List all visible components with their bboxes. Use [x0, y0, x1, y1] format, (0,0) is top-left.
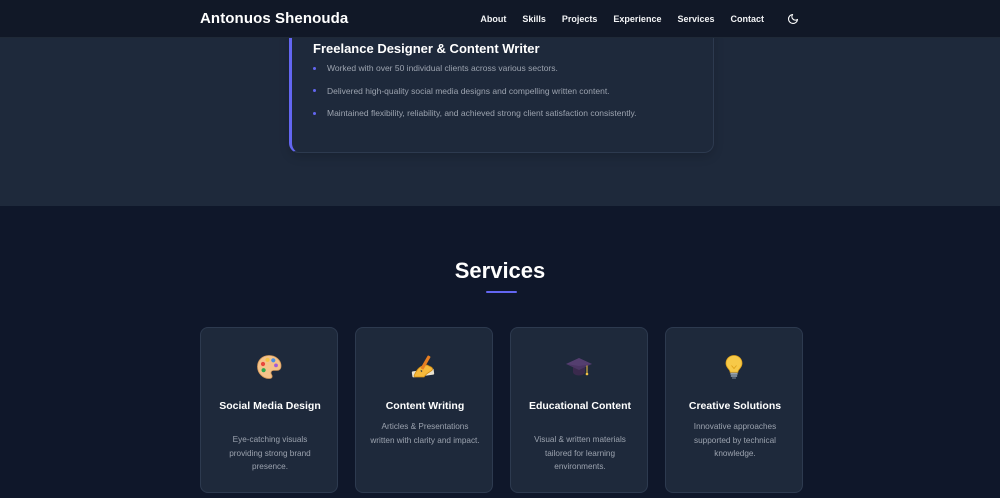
service-title: Creative Solutions: [688, 400, 782, 412]
experience-card: Freelance Designer & Content Writer Work…: [289, 28, 714, 153]
nav-link-contact[interactable]: Contact: [731, 14, 765, 24]
service-description: Articles & Presentations written with cl…: [370, 422, 480, 445]
moon-icon: [787, 13, 799, 24]
bullet-dot-icon: [313, 89, 316, 93]
service-title: Content Writing: [385, 400, 465, 412]
service-description: Innovative approaches supported by techn…: [693, 422, 777, 458]
service-description: Eye-catching visuals providing strong br…: [229, 435, 311, 471]
service-card-social-media-design[interactable]: Social Media Design Eye-catching visuals…: [200, 327, 338, 493]
brand-logo[interactable]: Antonuos Shenouda: [200, 10, 348, 27]
nav-link-skills[interactable]: Skills: [522, 14, 546, 24]
bullet-text: Worked with over 50 individual clients a…: [327, 63, 558, 74]
theme-toggle-button[interactable]: [786, 12, 800, 26]
service-description: Visual & written materials tailored for …: [534, 435, 626, 471]
experience-title: Freelance Designer & Content Writer: [313, 41, 540, 56]
light-bulb-icon: [725, 355, 743, 379]
services-section: Services Social Media Design Eye-catchin…: [0, 206, 1000, 498]
experience-bullet: Worked with over 50 individual clients a…: [313, 57, 636, 80]
heading-underline: [486, 291, 517, 293]
bullet-text: Delivered high-quality social media desi…: [327, 85, 610, 96]
nav-link-experience[interactable]: Experience: [613, 14, 661, 24]
bullet-text: Maintained flexibility, reliability, and…: [327, 108, 637, 119]
experience-section: Freelance Designer & Content Writer Work…: [0, 28, 1000, 206]
nav-link-about[interactable]: About: [480, 14, 506, 24]
writing-hand-icon: [411, 355, 435, 378]
experience-bullet: Maintained flexibility, reliability, and…: [313, 102, 636, 125]
experience-bullets: Worked with over 50 individual clients a…: [313, 57, 636, 125]
bullet-dot-icon: [313, 111, 316, 115]
experience-bullet: Delivered high-quality social media desi…: [313, 80, 636, 103]
services-heading: Services: [454, 258, 546, 283]
service-card-educational-content[interactable]: Educational Content Visual & written mat…: [510, 327, 648, 493]
service-card-creative-solutions[interactable]: Creative Solutions Innovative approaches…: [665, 327, 803, 493]
service-card-content-writing[interactable]: Content Writing Articles & Presentations…: [355, 327, 493, 493]
nav-link-projects[interactable]: Projects: [562, 14, 598, 24]
bullet-dot-icon: [313, 66, 316, 70]
service-title: Social Media Design: [219, 400, 321, 412]
navbar: Antonuos Shenouda About Skills Projects …: [0, 0, 1000, 38]
nav-links: About Skills Projects Experience Service…: [464, 12, 800, 26]
graduation-cap-icon: [566, 358, 592, 376]
palette-icon: [257, 355, 282, 379]
service-title: Educational Content: [528, 400, 632, 412]
nav-link-services[interactable]: Services: [677, 14, 714, 24]
